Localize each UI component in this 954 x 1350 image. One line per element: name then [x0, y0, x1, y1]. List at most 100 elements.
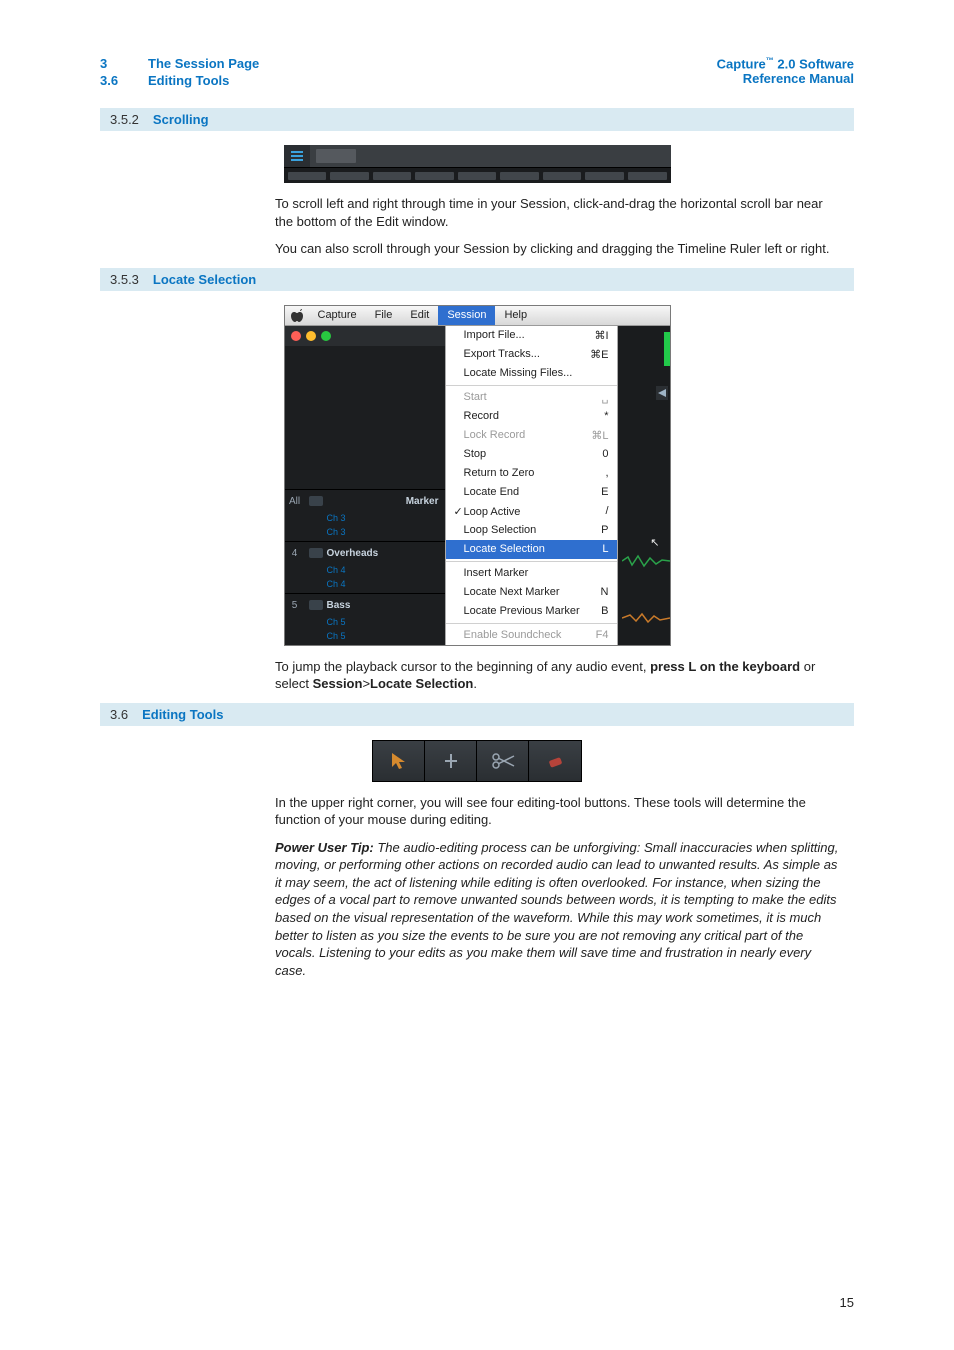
menu-item-label: Export Tracks... [464, 348, 540, 360]
doc-type: Reference Manual [717, 71, 854, 86]
text-bold: Session [313, 676, 363, 691]
menu-separator [446, 561, 617, 562]
product-version: 2.0 Software [774, 56, 854, 71]
menu-shortcut: ⌘L [591, 429, 608, 442]
page-number: 15 [840, 1295, 854, 1310]
menu-shortcut: B [601, 605, 608, 617]
menu-item-label: Stop [464, 448, 487, 460]
menu-edit[interactable]: Edit [401, 306, 438, 325]
split-tool-button[interactable] [425, 741, 477, 781]
menubar: Capture File Edit Session Help [285, 306, 670, 326]
menu-capture[interactable]: Capture [309, 306, 366, 325]
menu-help[interactable]: Help [495, 306, 536, 325]
menu-item-lock-record: Lock Record ⌘L [446, 426, 617, 445]
record-arm-icon[interactable] [309, 600, 323, 610]
section-num: 3.5.2 [110, 112, 139, 127]
waveform-icon [622, 611, 670, 625]
eraser-tool-button[interactable] [529, 741, 581, 781]
menu-shortcut: , [605, 467, 608, 479]
track-sub: Ch 5 [285, 631, 445, 645]
page-header: 3 The Session Page 3.6 Editing Tools Cap… [100, 56, 854, 88]
cursor-icon: ↖ [650, 536, 659, 549]
section-heading-editing-tools: 3.6 Editing Tools [100, 703, 854, 726]
menu-shortcut: * [604, 410, 608, 422]
menu-item-export-tracks[interactable]: Export Tracks...⌘E [446, 345, 617, 364]
menu-item-label: Loop Selection [464, 524, 537, 536]
menu-item-label: Start [464, 391, 487, 403]
close-window-icon[interactable] [291, 331, 301, 341]
menu-shortcut: L [602, 543, 608, 555]
menu-item-label: Locate Missing Files... [464, 367, 573, 379]
menu-item-label: Record [464, 410, 499, 422]
track-num: 4 [285, 548, 305, 559]
track-row-4[interactable]: 4 Overheads [285, 541, 445, 565]
menu-item-loop-selection[interactable]: Loop Selection P [446, 521, 617, 540]
menu-item-enable-soundcheck: Enable SoundcheckF4 [446, 626, 617, 645]
track-sub: Ch 5 [285, 617, 445, 631]
scrollbar-figure [284, 145, 671, 183]
chapter-number: 3 [100, 56, 128, 71]
section-heading-scrolling: 3.5.2 Scrolling [100, 108, 854, 131]
check-icon: ✓ [454, 505, 464, 518]
menu-session[interactable]: Session [438, 306, 495, 325]
menu-item-record[interactable]: Record * [446, 407, 617, 426]
menu-shortcut: E [601, 486, 608, 498]
menu-item-label: Enable Soundcheck [464, 629, 562, 641]
marker-row[interactable]: All Marker [285, 489, 445, 513]
hamburger-icon [284, 145, 310, 167]
menu-file[interactable]: File [366, 306, 402, 325]
marker-label: Marker [327, 496, 445, 507]
record-arm-icon[interactable] [309, 548, 323, 558]
zoom-window-icon[interactable] [321, 331, 331, 341]
section-title: Editing Tools [148, 73, 229, 88]
menu-item-import-file[interactable]: Import File...⌘I [446, 326, 617, 345]
menu-item-label: Locate Selection [464, 543, 545, 555]
menu-shortcut: P [601, 524, 608, 536]
menu-shortcut: / [605, 505, 608, 517]
arrange-pane: ↖ [618, 326, 670, 645]
menu-item-label: Loop Active [464, 506, 521, 518]
product-name: Capture [717, 56, 766, 71]
section-title-text: Scrolling [153, 112, 209, 127]
editing-tools-figure [372, 740, 582, 782]
menu-separator [446, 623, 617, 624]
menu-item-locate-missing-files[interactable]: Locate Missing Files... [446, 364, 617, 383]
scrolling-paragraph-1: To scroll left and right through time in… [275, 195, 844, 230]
text: > [362, 676, 370, 691]
record-arm-icon[interactable] [309, 496, 323, 506]
menu-item-label: Locate End [464, 486, 520, 498]
menu-item-stop[interactable]: Stop0 [446, 445, 617, 464]
menu-item-label: Lock Record [464, 429, 526, 441]
menu-item-locate-selection[interactable]: Locate Selection L [446, 540, 617, 559]
horizontal-scrollbar[interactable] [284, 167, 671, 183]
track-list-pane: All Marker Ch 3 Ch 3 4 Overheads Ch 4 Ch [285, 326, 445, 645]
track-name: Bass [327, 600, 445, 611]
minimize-window-icon[interactable] [306, 331, 316, 341]
menu-item-locate-next-marker[interactable]: Locate Next MarkerN [446, 583, 617, 602]
track-num-all: All [285, 496, 305, 507]
menu-item-locate-end[interactable]: Locate End E [446, 483, 617, 502]
scissors-tool-button[interactable] [477, 741, 529, 781]
arrow-tool-button[interactable] [373, 741, 425, 781]
text: To jump the playback cursor to the begin… [275, 659, 650, 674]
text-bold: press L on the keyboard [650, 659, 800, 674]
session-dropdown: Import File...⌘IExport Tracks...⌘E Locate… [445, 326, 618, 645]
menu-item-label: Locate Previous Marker [464, 605, 580, 617]
track-name: Overheads [327, 548, 445, 559]
tip-body: The audio-editing process can be unforgi… [275, 840, 838, 978]
menu-item-label: Locate Next Marker [464, 586, 560, 598]
section-number: 3.6 [100, 73, 128, 88]
menu-shortcut: ␣ [602, 391, 609, 404]
track-row-5[interactable]: 5 Bass [285, 593, 445, 617]
play-reverse-icon[interactable] [656, 386, 668, 400]
menu-item-label: Import File... [464, 329, 525, 341]
session-menu-figure: Capture File Edit Session Help All [284, 305, 671, 646]
menu-item-locate-previous-marker[interactable]: Locate Previous Marker B [446, 602, 617, 621]
menu-item-loop-active[interactable]: ✓Loop Active / [446, 502, 617, 521]
menu-item-insert-marker[interactable]: Insert Marker [446, 564, 617, 583]
track-num: 5 [285, 600, 305, 611]
apple-menu-icon[interactable] [285, 306, 309, 325]
tools-paragraph: In the upper right corner, you will see … [275, 794, 844, 829]
menu-item-return-to-zero[interactable]: Return to Zero, [446, 464, 617, 483]
power-user-tip: Power User Tip: The audio-editing proces… [275, 839, 844, 979]
